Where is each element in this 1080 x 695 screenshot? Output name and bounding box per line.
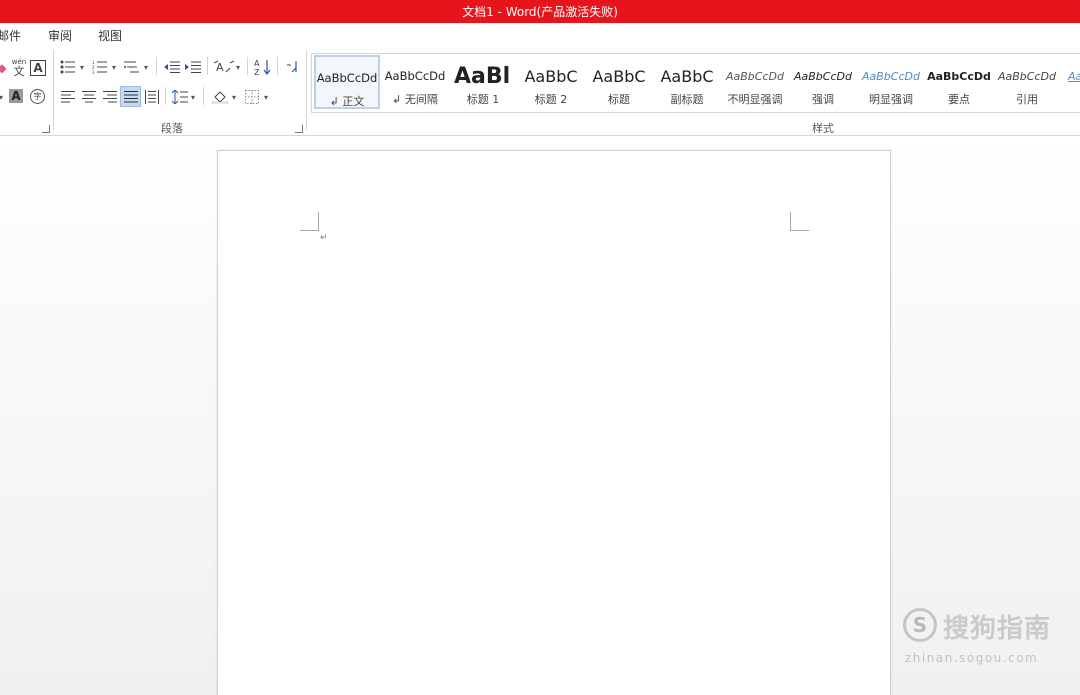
multilevel-list-icon[interactable] (124, 59, 140, 75)
line-spacing-icon[interactable] (172, 89, 188, 105)
style-title[interactable]: AaBbC 标题 (586, 55, 652, 109)
style-name: 引用 (1016, 93, 1038, 106)
shading-icon[interactable] (212, 89, 228, 105)
style-preview: AaBbC (592, 66, 646, 86)
style-name: 标题 1 (466, 93, 500, 106)
style-preview: AaBbCcDd (316, 71, 378, 85)
style-intense-quote[interactable]: AaBbCcDd 明 (1062, 55, 1080, 109)
watermark-text: 搜狗指南 (943, 614, 1052, 644)
style-heading-1[interactable]: AaBl 标题 1 (450, 55, 516, 109)
style-quote[interactable]: AaBbCcDd 引用 (994, 55, 1060, 109)
align-center-icon[interactable] (81, 89, 97, 105)
margin-corner-top-right (790, 212, 809, 231)
style-intense-emphasis[interactable]: AaBbCcDd 明显强调 (858, 55, 924, 109)
distributed-icon[interactable] (144, 89, 160, 105)
font-dialog-launcher[interactable] (42, 125, 50, 133)
style-name: 要点 (948, 93, 970, 106)
increase-indent-icon[interactable] (185, 59, 201, 75)
style-heading-2[interactable]: AaBbC 标题 2 (518, 55, 584, 109)
style-preview: AaBbCcDd (384, 69, 446, 83)
group-divider (53, 50, 54, 130)
watermark-url: zhinan.sogou.com (905, 651, 1039, 665)
style-preview: AaBbC (660, 66, 714, 86)
justify-icon[interactable] (120, 86, 141, 107)
style-strong[interactable]: AaBbCcDd 要点 (926, 55, 992, 109)
decrease-indent-icon[interactable] (164, 59, 180, 75)
style-name: 强调 (812, 93, 834, 106)
char-border-icon[interactable]: A (30, 60, 46, 76)
tab-view[interactable]: 视图 (98, 27, 122, 44)
sogou-logo-icon: S (903, 608, 937, 642)
style-preview: AaBbCcDd (998, 69, 1056, 83)
document-page[interactable]: ↵ (217, 150, 891, 695)
margin-corner-top-left (300, 212, 319, 231)
divider (165, 87, 166, 105)
enclose-char-icon[interactable]: 字 (30, 89, 45, 104)
align-right-icon[interactable] (102, 89, 118, 105)
ribbon: ◆ wén 文 A ▾ A 字 ▾ 123 ▾ ▾ A ▾ A Z ▾ ▾ ▾ … (0, 46, 1080, 136)
style-no-spacing[interactable]: AaBbCcDd ↲ 无间隔 (382, 55, 448, 109)
sogou-watermark: S 搜狗指南 zhinan.sogou.com (903, 606, 1063, 670)
dropdown-arrow-icon[interactable]: ▾ (0, 93, 3, 102)
group-divider (306, 50, 307, 130)
style-subtitle[interactable]: AaBbC 副标题 (654, 55, 720, 109)
show-marks-icon[interactable] (284, 59, 300, 75)
style-name: 副标题 (670, 93, 704, 106)
style-preview: AaBl (454, 63, 511, 89)
svg-text:A: A (254, 59, 260, 68)
style-preview: AaBbC (524, 66, 578, 86)
style-emphasis[interactable]: AaBbCcDd 强调 (790, 55, 856, 109)
svg-text:3: 3 (92, 70, 95, 74)
style-preview: AaBbCcDd (862, 69, 920, 83)
phonetic-char: 文 (13, 65, 25, 78)
window-title: 文档1 - Word(产品激活失败) (462, 5, 618, 19)
svg-text:Z: Z (254, 68, 260, 76)
style-name: ↲ 无间隔 (392, 93, 438, 106)
numbering-dropdown-icon[interactable]: ▾ (112, 63, 116, 72)
style-normal[interactable]: AaBbCcDd ↲ 正文 (314, 55, 380, 109)
chinese-layout-icon[interactable]: A (214, 59, 234, 75)
paragraph-dialog-launcher[interactable] (295, 125, 303, 133)
word-window: 文档1 - Word(产品激活失败) 邮件 审阅 视图 ◆ wén 文 A ▾ … (0, 0, 1080, 695)
align-left-icon[interactable] (60, 89, 76, 105)
multilevel-dropdown-icon[interactable]: ▾ (144, 63, 148, 72)
borders-icon[interactable] (244, 89, 260, 105)
tab-review[interactable]: 审阅 (48, 27, 72, 44)
title-bar: 文档1 - Word(产品激活失败) (0, 0, 1080, 23)
bullets-icon[interactable] (60, 59, 76, 75)
shading-dropdown-icon[interactable]: ▾ (232, 93, 236, 102)
style-name: ↲ 正文 (329, 95, 365, 108)
group-label-paragraph: 段落 (161, 122, 183, 135)
style-name: 不明显强调 (727, 93, 783, 106)
style-name: 标题 2 (534, 93, 568, 106)
bullets-dropdown-icon[interactable]: ▾ (80, 63, 84, 72)
text-shading-icon[interactable]: A (9, 89, 23, 103)
sort-icon[interactable]: AZ (254, 58, 272, 76)
tab-mailings[interactable]: 邮件 (0, 27, 21, 44)
divider (203, 87, 204, 105)
style-name: 明 (1062, 91, 1080, 107)
ribbon-tab-bar: 邮件 审阅 视图 (0, 23, 1080, 46)
line-spacing-dropdown-icon[interactable]: ▾ (191, 93, 195, 102)
eraser-icon[interactable]: ◆ (0, 60, 10, 76)
borders-dropdown-icon[interactable]: ▾ (264, 93, 268, 102)
style-name: 明显强调 (869, 93, 913, 106)
paragraph-mark: ↵ (320, 233, 328, 243)
divider (156, 57, 157, 75)
style-name: 标题 (608, 93, 630, 106)
numbering-icon[interactable]: 123 (92, 59, 108, 75)
divider (207, 57, 208, 75)
divider (277, 57, 278, 75)
phonetic-guide-icon[interactable]: wén 文 (10, 58, 28, 78)
chinese-layout-dropdown-icon[interactable]: ▾ (236, 63, 240, 72)
divider (247, 57, 248, 75)
svg-text:A: A (216, 61, 224, 74)
style-preview: AaBbCcDd (1068, 69, 1080, 83)
group-label-styles: 样式 (812, 122, 834, 135)
style-preview: AaBbCcDd (794, 69, 852, 83)
styles-gallery: AaBbCcDd ↲ 正文 AaBbCcDd ↲ 无间隔 AaBl 标题 1 A… (311, 53, 1080, 113)
style-preview: AaBbCcDd (726, 69, 784, 83)
style-preview: AaBbCcDd (927, 69, 991, 83)
style-subtle-emphasis[interactable]: AaBbCcDd 不明显强调 (722, 55, 788, 109)
